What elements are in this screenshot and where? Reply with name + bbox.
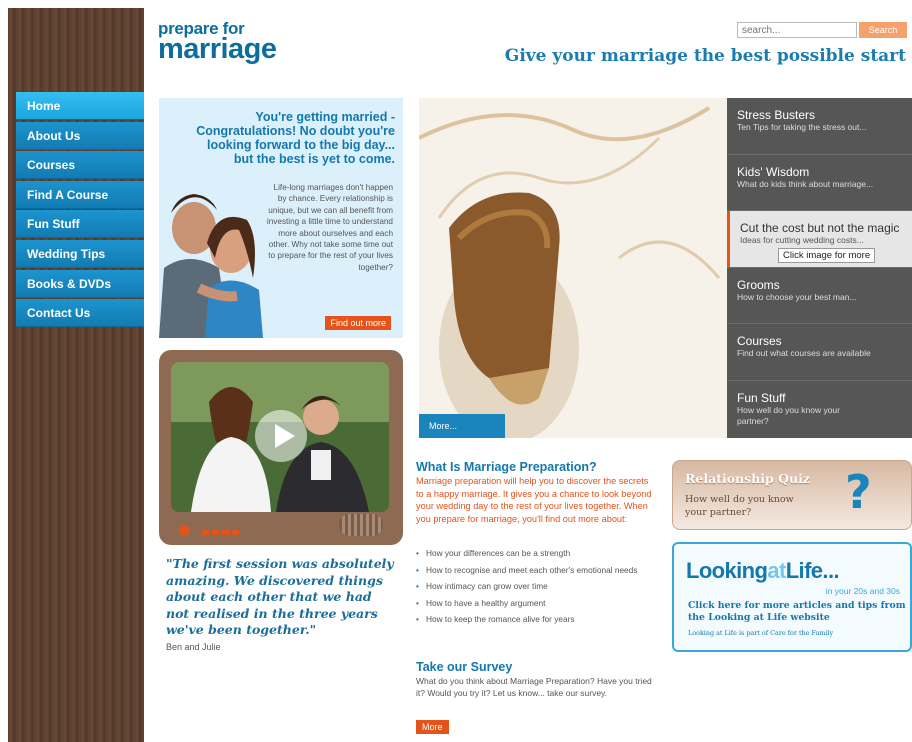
progress-dot [212, 530, 220, 535]
intro-title: You're getting married - Congratulations… [196, 110, 395, 166]
panel-item-title: Fun Stuff [737, 390, 786, 405]
video-player [159, 350, 403, 545]
panel-item-sub: How well do you know your partner? [737, 404, 840, 426]
survey-title: Take our Survey [416, 660, 513, 674]
search-input[interactable] [737, 22, 857, 38]
panel-item-sub: Find out what courses are available [737, 348, 871, 359]
panel-item-kids-wisdom[interactable]: Kids' Wisdom What do kids think about ma… [727, 155, 912, 212]
looking-at-life-note: Looking at Life is part of Care for the … [688, 629, 834, 637]
site-logo[interactable]: prepare for marriage [158, 20, 277, 64]
question-icon: ? [845, 465, 872, 519]
nav-item-courses[interactable]: Courses [16, 151, 144, 180]
panel-item-title: Grooms [737, 277, 780, 292]
intro-body: Life-long marriages don't happen by chan… [266, 183, 393, 272]
hero-tooltip: Click image for more [778, 248, 876, 263]
panel-item-title: Kids' Wisdom [737, 164, 810, 179]
nav-item-contact-us[interactable]: Contact Us [16, 299, 144, 328]
list-item: How intimacy can grow over time [416, 581, 658, 592]
panel-item-title: Courses [737, 334, 782, 349]
find-out-more-button[interactable]: Find out more [325, 316, 391, 330]
play-icon [275, 424, 295, 448]
looking-at-life-body: Click here for more articles and tips fr… [688, 600, 906, 623]
progress-dot [232, 530, 240, 535]
panel-item-sub: How to choose your best man... [737, 291, 857, 302]
nav-item-fun-stuff[interactable]: Fun Stuff [16, 210, 144, 239]
panel-item-sub: Ideas for cutting wedding costs... [740, 235, 864, 246]
search-button[interactable]: Search [859, 22, 907, 38]
what-is-body: Marriage preparation will help you to di… [416, 476, 652, 524]
logo-part: at [767, 558, 786, 583]
list-item: How to have a healthy argument [416, 598, 658, 609]
looking-at-life-banner[interactable]: LookingatLife... in your 20s and 30s Cli… [672, 542, 912, 652]
couple-photo [159, 178, 269, 338]
what-is-list: How your differences can be a strength H… [416, 548, 658, 631]
panel-item-fun-stuff[interactable]: Fun Stuff How well do you know your part… [727, 381, 912, 438]
panel-item-title: Cut the cost but not the magic [740, 221, 900, 236]
page-tagline: Give your marriage the best possible sta… [504, 46, 906, 66]
logo-part: Life... [785, 558, 840, 583]
panel-item-sub: What do kids think about marriage... [737, 178, 874, 189]
speaker-grille-icon [339, 514, 383, 536]
logo-part: Looking [686, 558, 768, 583]
panel-item-sub: Ten Tips for taking the stress out... [737, 122, 867, 132]
nav-item-home[interactable]: Home [16, 92, 144, 120]
testimonial-author: Ben and Julie [166, 642, 221, 652]
relationship-quiz-banner[interactable]: Relationship Quiz How well do you know y… [672, 460, 912, 530]
intro-box: You're getting married - Congratulations… [159, 98, 403, 338]
video-controls [179, 522, 242, 540]
progress-dot [202, 530, 210, 535]
logo-line2: marriage [158, 33, 277, 65]
panel-item-title: Stress Busters [737, 108, 816, 122]
quiz-subtitle: How well do you know your partner? [685, 494, 794, 518]
looking-at-life-logo: LookingatLife... [686, 558, 840, 584]
looking-at-life-tagline: in your 20s and 30s [825, 586, 900, 596]
panel-item-grooms[interactable]: Grooms How to choose your best man... [727, 268, 912, 325]
survey-body: What do you think about Marriage Prepara… [416, 676, 652, 698]
main-nav: Home About Us Courses Find A Course Fun … [16, 92, 144, 329]
quiz-title: Relationship Quiz [685, 471, 810, 486]
nav-item-books-dvds[interactable]: Books & DVDs [16, 269, 144, 298]
hero-image[interactable]: More... [419, 98, 727, 438]
nav-item-wedding-tips[interactable]: Wedding Tips [16, 239, 144, 268]
panel-item-stress-busters[interactable]: Stress Busters Ten Tips for taking the s… [727, 98, 912, 155]
feature-panel: Stress Busters Ten Tips for taking the s… [727, 98, 912, 438]
what-is-title: What Is Marriage Preparation? [416, 460, 597, 474]
survey-more-button[interactable]: More [416, 720, 449, 734]
nav-item-about-us[interactable]: About Us [16, 121, 144, 150]
list-item: How to recognise and meet each other's e… [416, 565, 658, 576]
list-item: How your differences can be a strength [416, 548, 658, 559]
hero-more-button[interactable]: More... [419, 414, 505, 438]
list-item: How to keep the romance alive for years [416, 614, 658, 625]
testimonial-quote: "The first session was absolutely amazin… [166, 556, 394, 637]
nav-item-find-a-course[interactable]: Find A Course [16, 180, 144, 209]
progress-dot [222, 530, 230, 535]
panel-item-courses[interactable]: Courses Find out what courses are availa… [727, 324, 912, 381]
stop-icon[interactable] [179, 525, 190, 537]
